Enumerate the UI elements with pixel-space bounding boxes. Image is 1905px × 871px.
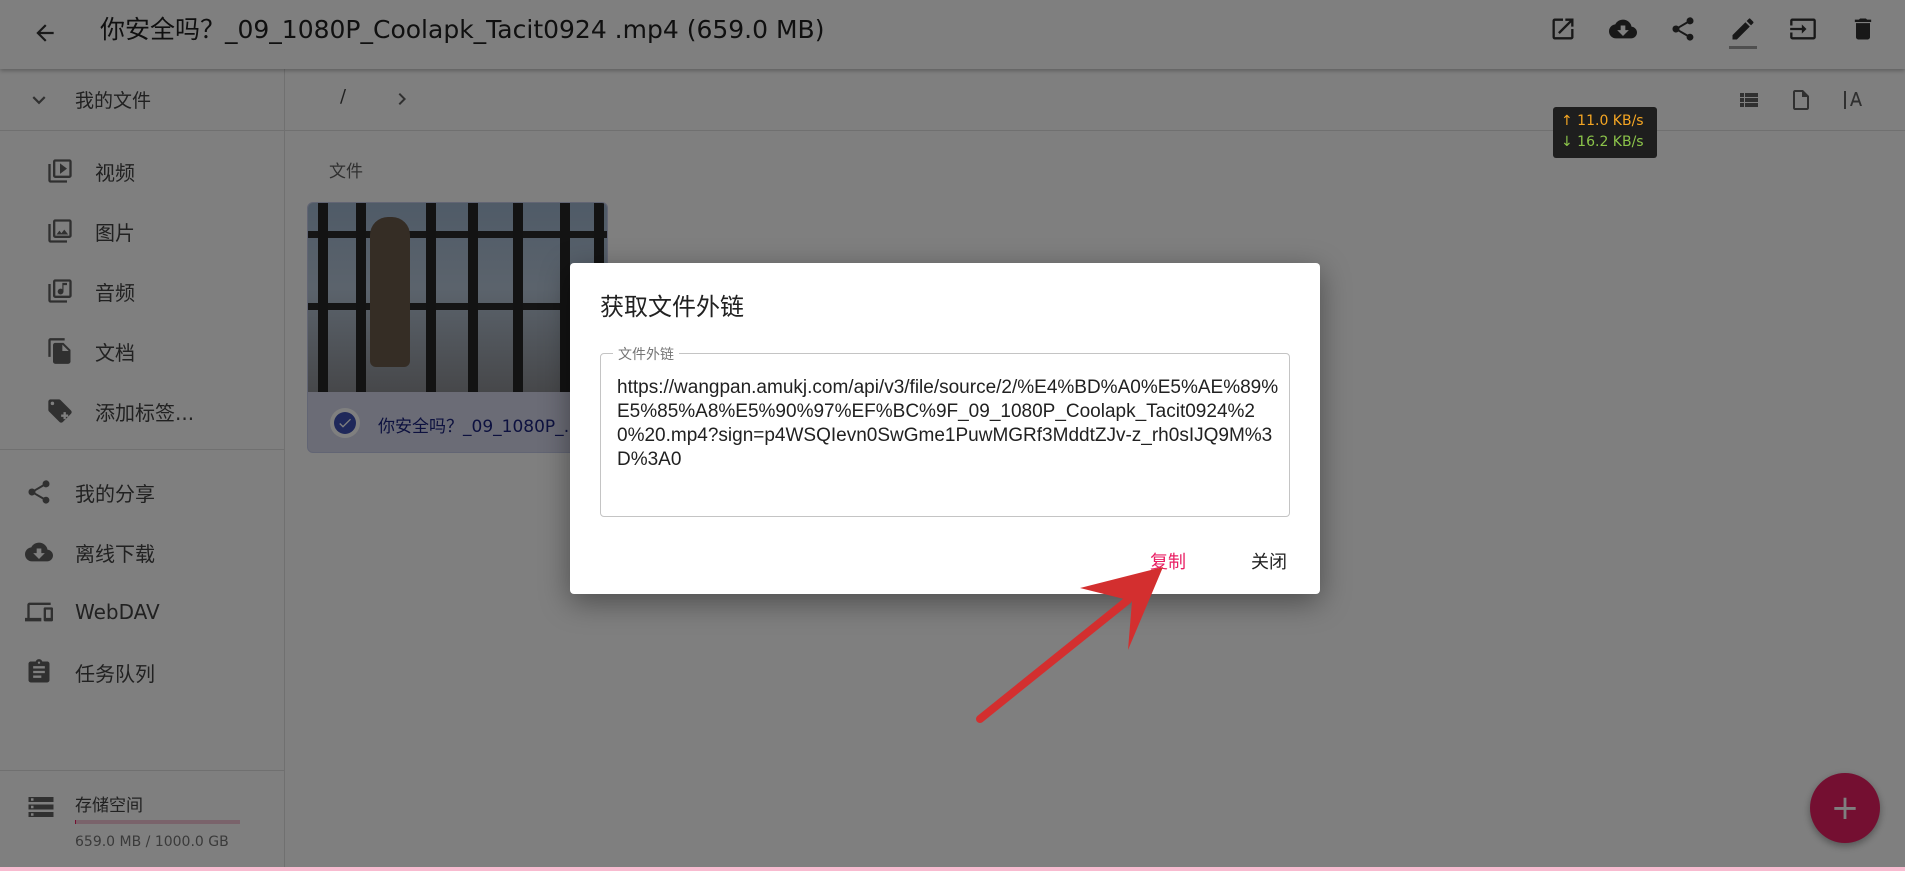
copy-button[interactable]: 复制 <box>1150 548 1186 574</box>
file-link-url[interactable]: https://wangpan.amukj.com/api/v3/file/so… <box>617 376 1281 472</box>
file-link-label: 文件外链 <box>613 344 679 364</box>
upload-speed: ↑ 11.0 KB/s <box>1561 113 1644 129</box>
download-speed: ↓ 16.2 KB/s <box>1561 134 1644 150</box>
bottom-accent-line <box>0 867 1905 871</box>
network-speed-widget: ↑ 11.0 KB/s ↓ 16.2 KB/s <box>1553 107 1657 158</box>
close-button[interactable]: 关闭 <box>1251 548 1287 574</box>
file-link-field[interactable]: 文件外链 https://wangpan.amukj.com/api/v3/fi… <box>600 344 1290 517</box>
get-link-dialog: 获取文件外链 文件外链 https://wangpan.amukj.com/ap… <box>570 263 1320 594</box>
dialog-title: 获取文件外链 <box>600 293 744 321</box>
